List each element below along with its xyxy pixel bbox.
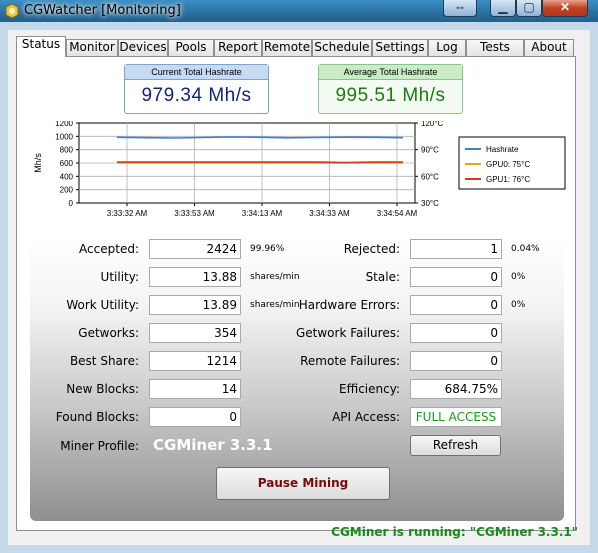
api-access-field: FULL ACCESS [410, 407, 502, 427]
y-tick-label: 1000 [55, 132, 73, 141]
found-blocks-field: 0 [149, 407, 241, 427]
cgwatcher-app-icon [5, 3, 19, 19]
current-hashrate-label: Current Total Hashrate [125, 65, 268, 80]
stale-label: Stale: [365, 270, 400, 284]
x-tick-label: 3:33:32 AM [107, 209, 148, 218]
remote-failures-field: 0 [410, 351, 502, 371]
refresh-button[interactable]: Refresh [410, 435, 501, 456]
tab-report[interactable]: Report [214, 39, 262, 56]
tab-monitor[interactable]: Monitor [66, 39, 118, 56]
legend-label: GPU0: 75°C [486, 160, 530, 169]
tab-label: Monitor [69, 40, 115, 54]
rejected-percent: 0.04% [511, 244, 540, 254]
x-tick-label: 3:34:13 AM [242, 209, 283, 218]
window-client: Status Monitor Devices Pools Report Remo… [8, 30, 590, 545]
best-share-field: 1214 [149, 351, 241, 371]
minimize-button[interactable]: ▁ [490, 0, 516, 17]
utility-field: 13.88 [149, 267, 241, 287]
hardware-errors-label: Hardware Errors: [298, 298, 400, 312]
tab-label: Report [218, 40, 258, 54]
y2-tick-label: 120°C [421, 121, 444, 128]
efficiency-field: 684.75% [410, 379, 502, 399]
stale-percent: 0% [511, 272, 526, 282]
maximize-button[interactable]: ▢ [516, 0, 542, 17]
y2-tick-label: 60°C [421, 172, 439, 181]
miner-profile-value: CGMiner 3.3.1 [153, 436, 273, 454]
tab-label: Log [436, 40, 458, 54]
new-blocks-label: New Blocks: [66, 382, 139, 396]
rejected-label: Rejected: [343, 242, 400, 256]
hashrate-temperature-chart: 120010008006004002000120°C90°C60°C30°C3:… [33, 121, 566, 218]
y-tick-label: 1200 [55, 121, 73, 128]
current-hashrate-box: Current Total Hashrate 979.34 Mh/s [124, 64, 269, 114]
tab-label: About [531, 40, 567, 54]
found-blocks-label: Found Blocks: [55, 410, 139, 424]
hardware-errors-percent: 0% [511, 300, 526, 310]
tab-status[interactable]: Status [16, 36, 66, 57]
getwork-failures-field: 0 [410, 323, 502, 343]
legend-label: GPU1: 76°C [486, 175, 530, 184]
miner-profile-label: Miner Profile: [60, 439, 139, 453]
average-hashrate-value: 995.51 Mh/s [335, 85, 446, 106]
tab-label: Pools [175, 40, 207, 54]
y-tick-label: 200 [60, 186, 74, 195]
tab-label: Schedule [314, 40, 370, 54]
tab-settings[interactable]: Settings [372, 39, 428, 56]
stale-field: 0 [410, 267, 502, 287]
status-tab-panel: Current Total Hashrate 979.34 Mh/s Avera… [16, 56, 576, 531]
miner-status-text: CGMiner is running: "CGMiner 3.3.1" [331, 525, 578, 539]
window-title: CGWatcher [Monitoring] [24, 3, 181, 18]
y-axis-label: Mh/s [33, 153, 43, 173]
y2-tick-label: 30°C [421, 199, 439, 208]
best-share-label: Best Share: [69, 354, 139, 368]
tab-label: Status [21, 37, 61, 51]
x-tick-label: 3:34:33 AM [309, 209, 350, 218]
window-frame: Status Monitor Devices Pools Report Remo… [0, 22, 598, 553]
y-tick-label: 0 [69, 199, 74, 208]
stats-panel: Accepted: 2424 99.96% Utility: 13.88 sha… [30, 234, 564, 521]
current-hashrate-value: 979.34 Mh/s [141, 85, 252, 106]
work-utility-label: Work Utility: [66, 298, 139, 312]
y-tick-label: 800 [60, 146, 74, 155]
efficiency-label: Efficiency: [339, 382, 400, 396]
remote-failures-label: Remote Failures: [300, 354, 400, 368]
getworks-field: 354 [149, 323, 241, 343]
y-tick-label: 400 [60, 172, 74, 181]
accepted-field: 2424 [149, 239, 241, 259]
tab-label: Tests [480, 40, 510, 54]
y2-tick-label: 90°C [421, 146, 439, 155]
tab-label: Devices [119, 40, 167, 54]
getwork-failures-label: Getwork Failures: [295, 326, 400, 340]
getworks-label: Getworks: [78, 326, 139, 340]
accepted-label: Accepted: [79, 242, 139, 256]
rejected-field: 1 [410, 239, 502, 259]
x-tick-label: 3:34:54 AM [377, 209, 418, 218]
series-line-2 [117, 161, 403, 164]
tab-remote[interactable]: Remote [262, 39, 312, 56]
tab-label: Settings [375, 40, 425, 54]
title-bar[interactable]: CGWatcher [Monitoring] ⇔ ▁ ▢ ✕ [0, 0, 598, 22]
average-hashrate-box: Average Total Hashrate 995.51 Mh/s [318, 64, 463, 114]
utility-label: Utility: [100, 270, 139, 284]
swap-view-button[interactable]: ⇔ [443, 0, 477, 17]
average-hashrate-label: Average Total Hashrate [319, 65, 462, 80]
work-utility-field: 13.89 [149, 295, 241, 315]
api-access-label: API Access: [332, 410, 400, 424]
legend-label: Hashrate [486, 145, 519, 154]
x-tick-label: 3:33:53 AM [174, 209, 215, 218]
tab-label: Remote [263, 40, 311, 54]
tab-about[interactable]: About [524, 39, 574, 56]
tab-tests[interactable]: Tests [466, 39, 524, 56]
tab-log[interactable]: Log [428, 39, 466, 56]
tab-devices[interactable]: Devices [118, 39, 168, 56]
pause-mining-button[interactable]: Pause Mining [216, 467, 390, 500]
tab-pools[interactable]: Pools [168, 39, 214, 56]
series-line-0 [116, 136, 404, 139]
y-tick-label: 600 [60, 159, 74, 168]
hardware-errors-field: 0 [410, 295, 502, 315]
tab-schedule[interactable]: Schedule [312, 39, 372, 56]
new-blocks-field: 14 [149, 379, 241, 399]
close-button[interactable]: ✕ [542, 0, 588, 17]
